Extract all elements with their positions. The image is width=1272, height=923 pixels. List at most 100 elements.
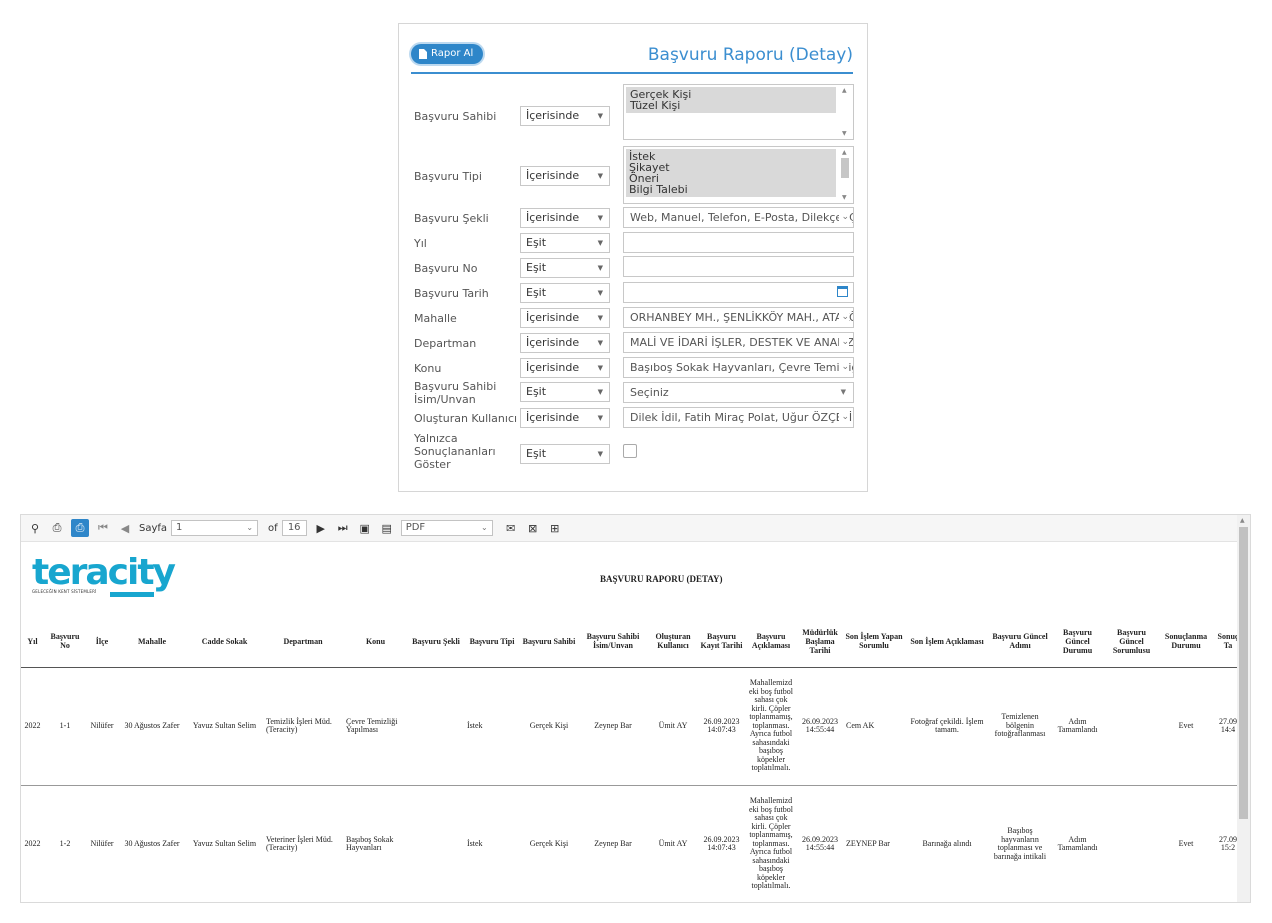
filter-label: Departman: [414, 337, 477, 350]
olusturan-multiselect[interactable]: Dilek İdil, Fatih Miraç Polat, Uğur ÖZÇE…: [623, 407, 854, 428]
operator-select[interactable]: İçerisinde ▼: [520, 208, 610, 228]
first-page-icon[interactable]: ⏮: [95, 520, 111, 536]
operator-select[interactable]: Eşit ▼: [520, 258, 610, 278]
operator-value: İçerisinde: [526, 411, 580, 424]
table-cell: 1-2: [44, 785, 86, 902]
table-cell: Barınağa alındı: [905, 785, 989, 902]
column-header: İlçe: [86, 616, 118, 668]
field-value: ORHANBEY MH., ŞENLİKKÖY MAH., ATAKÖ: [630, 311, 854, 324]
filter-label: Başvuru Sahibi İsim/Unvan: [414, 380, 497, 406]
grid-icon[interactable]: ⊞: [547, 520, 563, 536]
document-icon: [419, 49, 427, 59]
scroll-down-icon[interactable]: ▼: [842, 194, 847, 201]
calendar-icon[interactable]: [837, 286, 848, 297]
table-cell: İstek: [464, 667, 520, 786]
print-layout-icon[interactable]: ⎙: [71, 519, 89, 537]
chevron-down-icon: ⌄: [480, 523, 488, 532]
last-page-icon[interactable]: ⏭: [335, 520, 351, 536]
operator-select[interactable]: İçerisinde ▼: [520, 333, 610, 353]
table-cell: 26.09.2023 14:55:44: [797, 667, 843, 786]
konu-multiselect[interactable]: Başıboş Sokak Hayvanları, Çevre Temizliğ…: [623, 357, 854, 378]
column-header: Başvuru No: [44, 616, 86, 668]
prev-page-icon[interactable]: ◀: [117, 520, 133, 536]
table-cell: Adım Tamamlandı: [1051, 785, 1104, 902]
binoculars-icon[interactable]: ⚲: [27, 520, 43, 536]
list-option[interactable]: Tüzel Kişi: [626, 100, 836, 113]
operator-value: Eşit: [526, 261, 547, 274]
sahibi-isim-select[interactable]: Seçiniz ▼: [623, 382, 854, 403]
table-cell: Nilüfer: [86, 667, 118, 786]
operator-select[interactable]: İçerisinde ▼: [520, 166, 610, 186]
list-option[interactable]: Şikayet: [629, 162, 836, 173]
basvuru-sekli-multiselect[interactable]: Web, Manuel, Telefon, E-Posta, Dilekçe, …: [623, 207, 854, 228]
table-cell: Adım Tamamlandı: [1051, 667, 1104, 786]
basvuru-sahibi-listbox[interactable]: Gerçek Kişi Tüzel Kişi ▲ ▼: [623, 84, 854, 140]
field-value: MALİ VE İDARİ İŞLER, DESTEK VE ANALİZ: [630, 336, 854, 349]
scroll-thumb[interactable]: [841, 158, 849, 178]
basvuru-no-input[interactable]: [623, 256, 854, 277]
column-header: Başvuru Güncel Durumu: [1051, 616, 1104, 668]
email-icon[interactable]: ✉: [503, 520, 519, 536]
table-cell: 1-1: [44, 667, 86, 786]
export-format-value: PDF: [405, 522, 426, 533]
rapor-al-label: Rapor Al: [431, 48, 474, 59]
table-cell: ZEYNEP Bar: [843, 785, 905, 902]
column-header: Başvuru Güncel Sorumlusu: [1104, 616, 1159, 668]
save-as-icon[interactable]: ▤: [379, 520, 395, 536]
scroll-up-icon[interactable]: ▲: [842, 149, 847, 156]
excel-icon[interactable]: ⊠: [525, 520, 541, 536]
basvuru-tipi-listbox[interactable]: İstek Şikayet Öneri Bilgi Talebi ▲ ▼: [623, 146, 854, 204]
table-cell: Zeynep Bar: [578, 785, 648, 902]
yil-input[interactable]: [623, 232, 854, 253]
operator-select[interactable]: Eşit ▼: [520, 444, 610, 464]
listbox-scrollbar[interactable]: ▲ ▼: [840, 87, 850, 137]
table-cell: Temizlenen bölgenin fotoğraflanması: [989, 667, 1051, 786]
sonuclanan-checkbox[interactable]: [623, 444, 637, 458]
table-cell: [1104, 667, 1159, 786]
filter-label: Yıl: [414, 237, 427, 250]
operator-value: Eşit: [526, 385, 547, 398]
operator-select[interactable]: Eşit ▼: [520, 233, 610, 253]
mahalle-multiselect[interactable]: ORHANBEY MH., ŞENLİKKÖY MAH., ATAKÖ ⌄: [623, 307, 854, 328]
page-number-select[interactable]: 1 ⌄: [171, 520, 259, 536]
scroll-up-icon[interactable]: ▲: [842, 87, 847, 94]
filter-label: Başvuru Tarih: [414, 287, 489, 300]
operator-select[interactable]: Eşit ▼: [520, 382, 610, 402]
chevron-down-icon: ⌄: [839, 208, 849, 227]
field-value: Seçiniz: [630, 386, 669, 399]
list-option[interactable]: Bilgi Talebi: [629, 184, 836, 195]
page-label: Sayfa: [139, 522, 168, 534]
print-icon[interactable]: ⎙: [49, 520, 65, 536]
listbox-scrollbar[interactable]: ▲ ▼: [840, 149, 850, 201]
operator-select[interactable]: İçerisinde ▼: [520, 408, 610, 428]
logo-accent-bar: [110, 592, 154, 597]
table-cell: 26.09.2023 14:55:44: [797, 785, 843, 902]
of-label: of: [268, 522, 278, 534]
chevron-down-icon: ⌄: [839, 308, 849, 327]
caret-down-icon: ▼: [597, 264, 603, 272]
filter-label: Mahalle: [414, 312, 457, 325]
table-cell: 30 Ağustos Zafer: [118, 785, 186, 902]
table-cell: Nilüfer: [86, 785, 118, 902]
save-icon[interactable]: ▣: [357, 520, 373, 536]
operator-value: İçerisinde: [526, 311, 580, 324]
operator-select[interactable]: Eşit ▼: [520, 283, 610, 303]
next-page-icon[interactable]: ▶: [313, 520, 329, 536]
operator-value: İçerisinde: [526, 109, 580, 122]
operator-select[interactable]: İçerisinde ▼: [520, 106, 610, 126]
viewer-scrollbar[interactable]: ▲: [1237, 515, 1250, 902]
scroll-down-icon[interactable]: ▼: [842, 130, 847, 137]
report-viewer: ⚲ ⎙ ⎙ ⏮ ◀ Sayfa 1 ⌄ of 16 ▶ ⏭ ▣ ▤ PDF ⌄ ✉ …: [20, 514, 1251, 903]
scroll-up-icon[interactable]: ▲: [1240, 517, 1245, 524]
rapor-al-button[interactable]: Rapor Al: [411, 44, 484, 64]
export-format-select[interactable]: PDF ⌄: [400, 520, 493, 536]
operator-select[interactable]: İçerisinde ▼: [520, 308, 610, 328]
column-header: Başvuru Sahibi İsim/Unvan: [578, 616, 648, 668]
column-header: Son İşlem Yapan Sorumlu: [843, 616, 905, 668]
column-header: Konu: [343, 616, 408, 668]
column-header: Başvuru Şekli: [408, 616, 464, 668]
operator-select[interactable]: İçerisinde ▼: [520, 358, 610, 378]
basvuru-tarih-input[interactable]: [623, 282, 854, 303]
scroll-thumb[interactable]: [1239, 527, 1248, 819]
departman-multiselect[interactable]: MALİ VE İDARİ İŞLER, DESTEK VE ANALİZ ⌄: [623, 332, 854, 353]
